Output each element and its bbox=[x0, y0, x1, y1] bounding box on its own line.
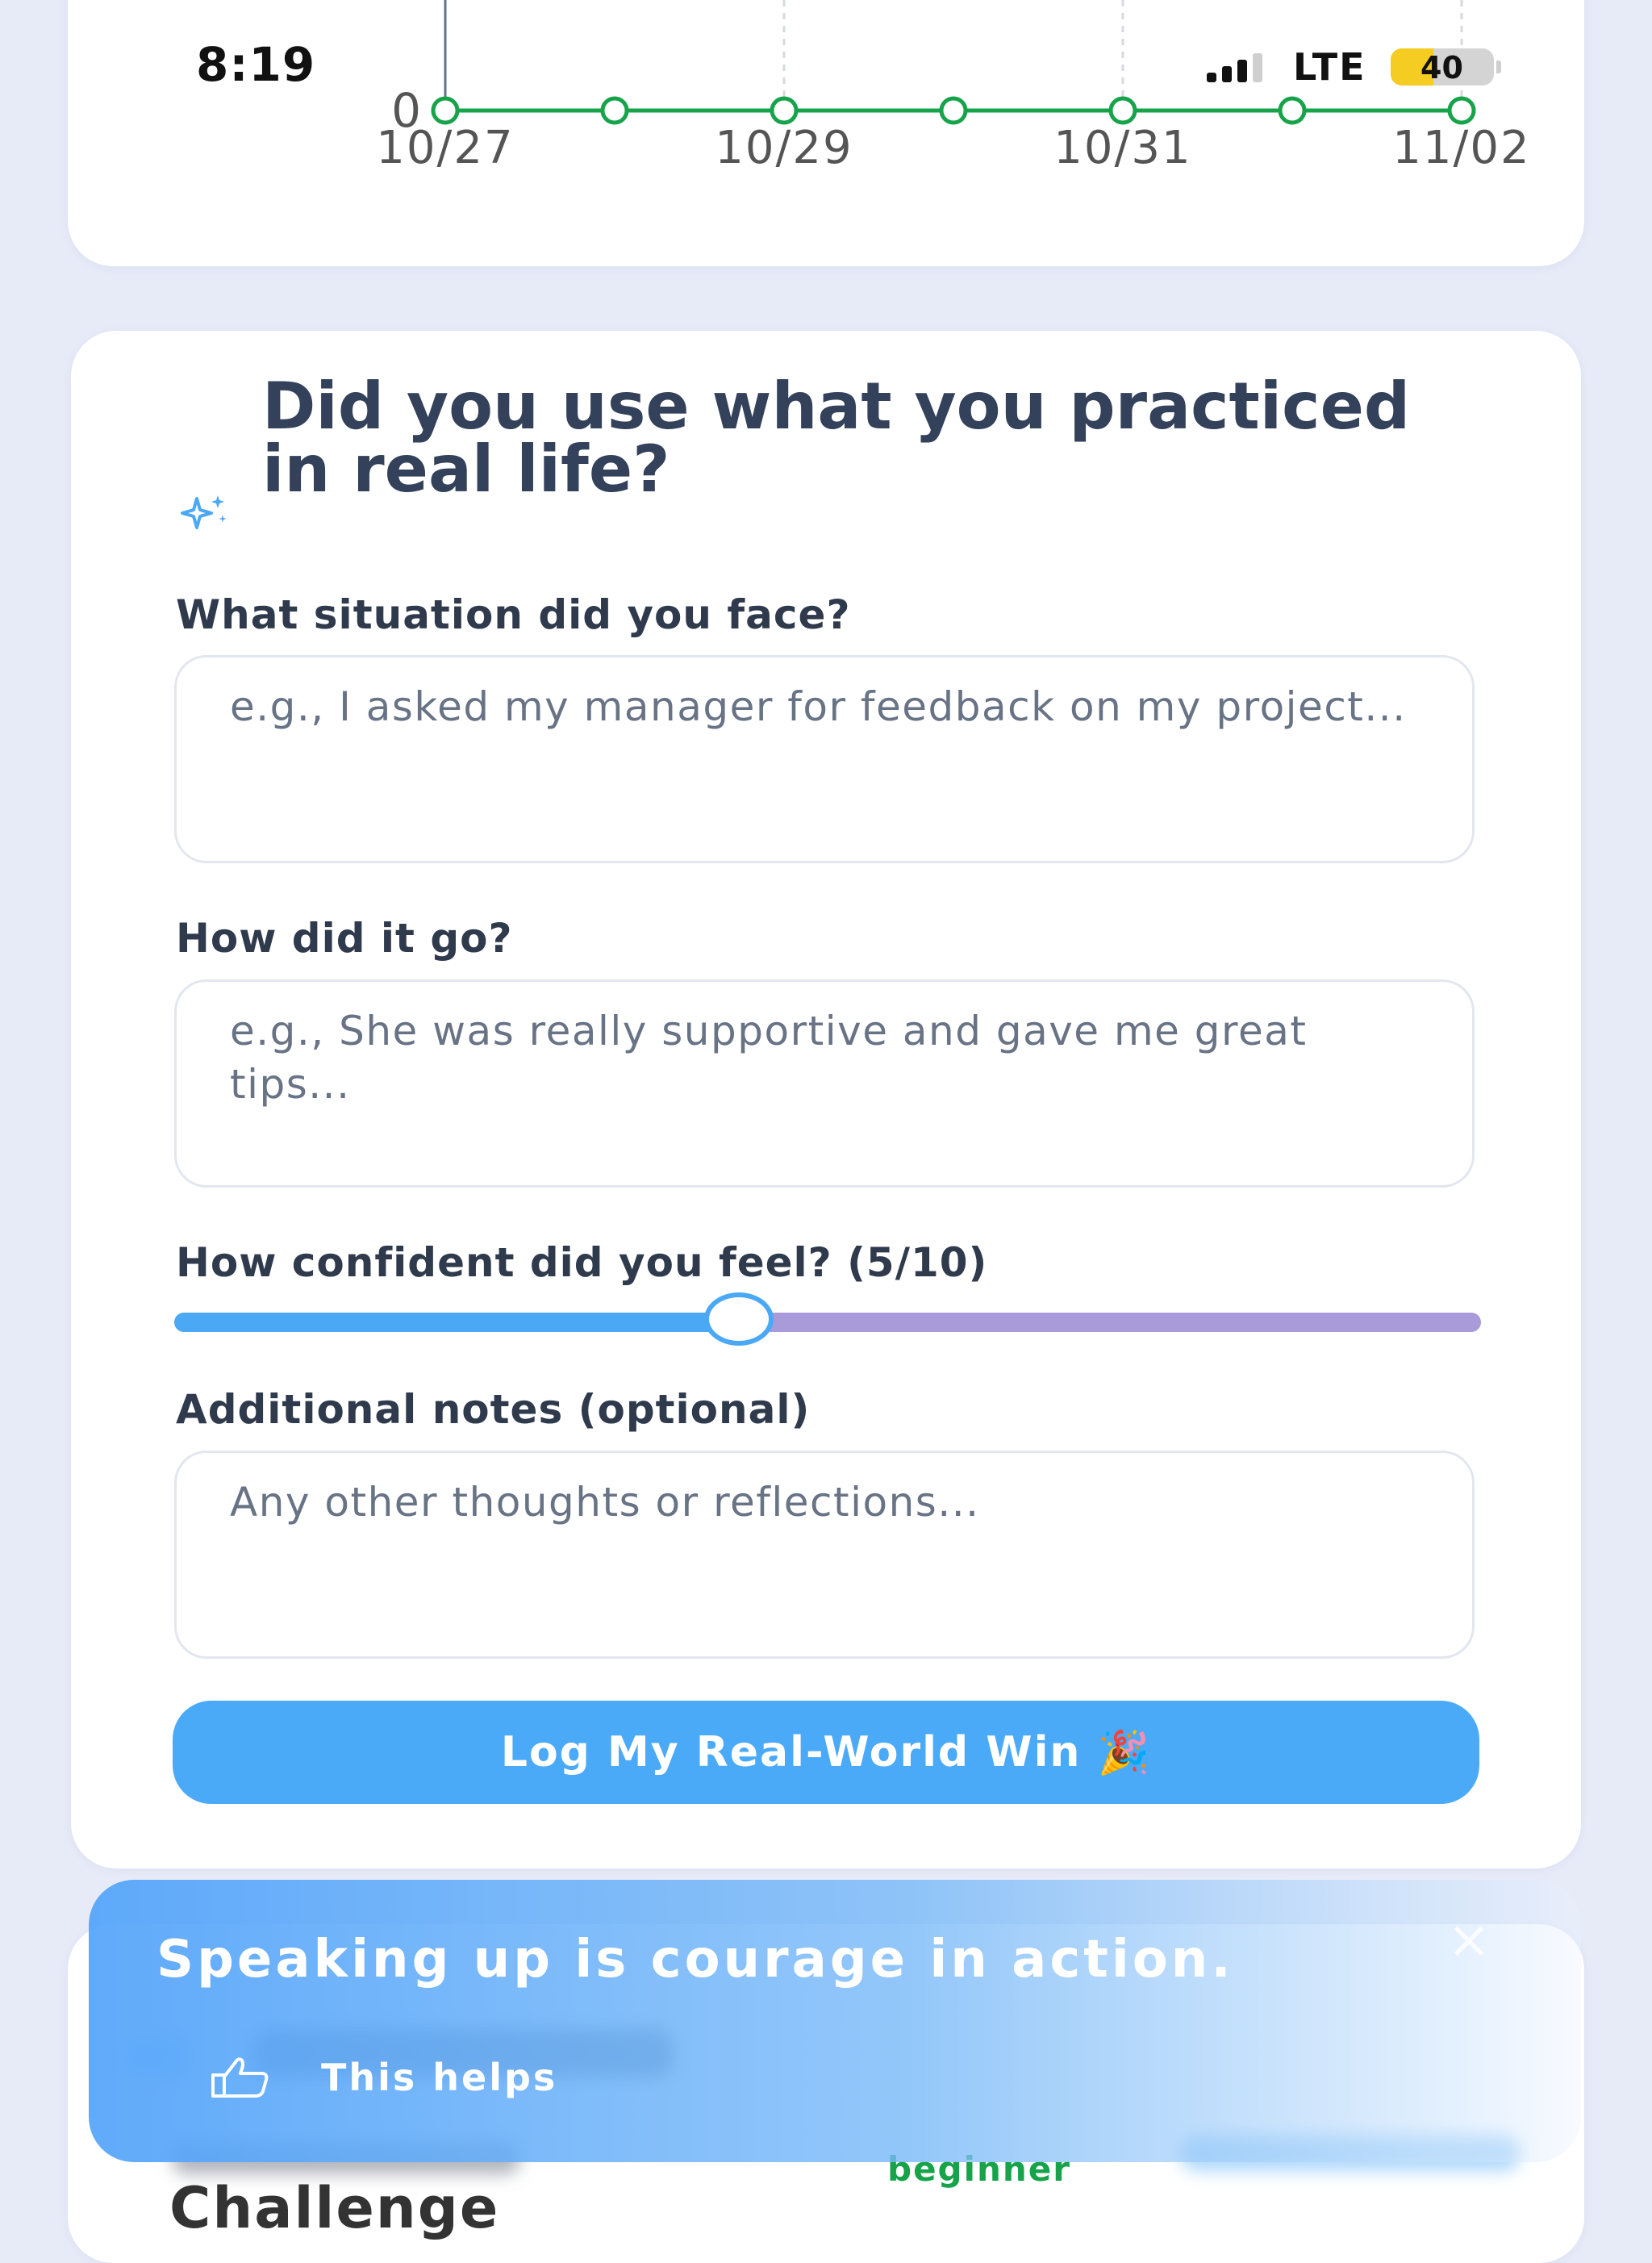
data-point bbox=[939, 96, 968, 125]
data-point bbox=[1447, 96, 1476, 125]
situation-label: What situation did you face? bbox=[176, 591, 851, 638]
status-indicators: LTE 40 bbox=[1207, 45, 1501, 89]
network-label: LTE bbox=[1293, 45, 1366, 89]
x-tick-label: 11/02 bbox=[1392, 122, 1530, 174]
outcome-label: How did it go? bbox=[176, 915, 513, 962]
data-point bbox=[600, 96, 629, 125]
battery-icon: 40 bbox=[1390, 48, 1494, 86]
data-point bbox=[1278, 96, 1307, 125]
data-point bbox=[770, 96, 799, 125]
notes-input[interactable]: Any other thoughts or reflections... bbox=[174, 1451, 1475, 1659]
encouragement-toast[interactable]: Speaking up is courage in action. × This… bbox=[89, 1880, 1581, 2162]
slider-track-filled bbox=[174, 1313, 739, 1332]
card-title: Did you use what you practiced in real l… bbox=[262, 369, 1411, 507]
log-win-button-label: Log My Real-World Win bbox=[500, 1728, 1082, 1777]
outcome-input[interactable]: e.g., She was really supportive and gave… bbox=[174, 979, 1475, 1188]
log-win-button[interactable]: Log My Real-World Win 🎉 bbox=[173, 1701, 1479, 1804]
x-tick-label: 10/27 bbox=[376, 122, 514, 174]
progress-chart: 010/27 10/29 10/31 11/02 bbox=[376, 0, 1530, 174]
party-popper-icon: 🎉 bbox=[1097, 1728, 1152, 1777]
slider-thumb[interactable] bbox=[703, 1292, 774, 1346]
x-tick-label: 10/29 bbox=[715, 122, 853, 174]
battery-percent: 40 bbox=[1420, 50, 1463, 86]
status-time: 8:19 bbox=[196, 37, 316, 92]
notes-label: Additional notes (optional) bbox=[176, 1386, 811, 1433]
data-point bbox=[1108, 96, 1137, 125]
close-icon[interactable]: × bbox=[1441, 1912, 1497, 1969]
challenge-heading: Challenge bbox=[169, 2175, 500, 2241]
confidence-slider[interactable] bbox=[174, 1292, 1481, 1346]
real-life-log-card: Did you use what you practiced in real l… bbox=[71, 331, 1581, 1868]
thumbs-up-icon bbox=[211, 2057, 269, 2098]
slider-track-rest bbox=[738, 1313, 1481, 1332]
this-helps-label: This helps bbox=[321, 2056, 558, 2099]
toast-message: Speaking up is courage in action. bbox=[156, 1930, 1234, 1990]
situation-input[interactable]: e.g., I asked my manager for feedback on… bbox=[174, 655, 1475, 863]
sparkles-icon bbox=[181, 495, 227, 529]
signal-icon bbox=[1207, 52, 1262, 82]
x-tick-label: 10/31 bbox=[1053, 122, 1191, 174]
this-helps-button[interactable]: This helps bbox=[208, 2056, 557, 2099]
data-point bbox=[431, 96, 460, 125]
confidence-label: How confident did you feel? (5/10) bbox=[176, 1239, 988, 1286]
